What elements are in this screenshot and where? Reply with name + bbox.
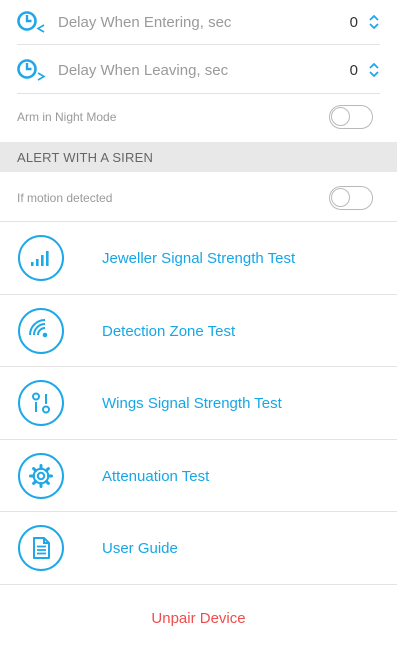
- test-item-detection-zone[interactable]: Detection Zone Test: [0, 295, 397, 367]
- document-icon: [33, 537, 50, 559]
- test-label: Wings Signal Strength Test: [102, 394, 282, 412]
- delay-leaving-value[interactable]: 0: [350, 62, 358, 79]
- motion-siren-row: If motion detected: [17, 186, 373, 210]
- clock-leave-icon: [17, 59, 46, 81]
- test-icon-circle: [18, 525, 64, 571]
- test-label: Jeweller Signal Strength Test: [102, 249, 296, 267]
- test-icon-circle: [18, 453, 64, 499]
- test-icon-circle: [18, 380, 64, 426]
- clock-enter-icon: [17, 11, 45, 33]
- divider: [17, 44, 380, 45]
- device-settings-screen: Delay When Entering, sec 0 Delay When Le…: [0, 0, 397, 654]
- detection-zone-icon: [29, 319, 48, 338]
- night-mode-toggle[interactable]: [329, 105, 373, 129]
- unpair-device-button[interactable]: Unpair Device: [0, 610, 397, 627]
- motion-siren-label: If motion detected: [17, 191, 113, 205]
- test-icon-circle: [18, 235, 64, 281]
- test-label: Detection Zone Test: [102, 322, 236, 340]
- test-item-wings-signal[interactable]: Wings Signal Strength Test: [0, 367, 397, 439]
- signal-strength-icon: [31, 251, 49, 266]
- wings-signal-icon: [32, 392, 50, 414]
- test-item-user-guide[interactable]: User Guide: [0, 512, 397, 584]
- test-item-jeweller-signal[interactable]: Jeweller Signal Strength Test: [0, 222, 397, 294]
- delay-entering-row[interactable]: Delay When Entering, sec 0: [17, 10, 380, 34]
- stepper-icon[interactable]: [368, 14, 380, 30]
- delay-leaving-row[interactable]: Delay When Leaving, sec 0: [17, 58, 380, 82]
- siren-section-header: ALERT WITH A SIREN: [0, 142, 397, 172]
- delay-entering-label: Delay When Entering, sec: [58, 13, 232, 31]
- delay-leaving-label: Delay When Leaving, sec: [58, 61, 229, 79]
- stepper-icon[interactable]: [368, 62, 380, 78]
- gear-icon: [29, 464, 53, 488]
- divider: [17, 93, 380, 94]
- toggle-knob: [331, 107, 350, 126]
- night-mode-label: Arm in Night Mode: [17, 110, 117, 124]
- section-title: ALERT WITH A SIREN: [17, 149, 154, 165]
- test-icon-circle: [18, 308, 64, 354]
- toggle-knob: [331, 188, 350, 207]
- divider: [0, 584, 397, 585]
- test-item-attenuation[interactable]: Attenuation Test: [0, 440, 397, 512]
- delay-entering-value[interactable]: 0: [350, 14, 358, 31]
- test-label: User Guide: [102, 539, 178, 557]
- night-mode-row: Arm in Night Mode: [17, 105, 373, 129]
- test-label: Attenuation Test: [102, 467, 210, 485]
- motion-siren-toggle[interactable]: [329, 186, 373, 210]
